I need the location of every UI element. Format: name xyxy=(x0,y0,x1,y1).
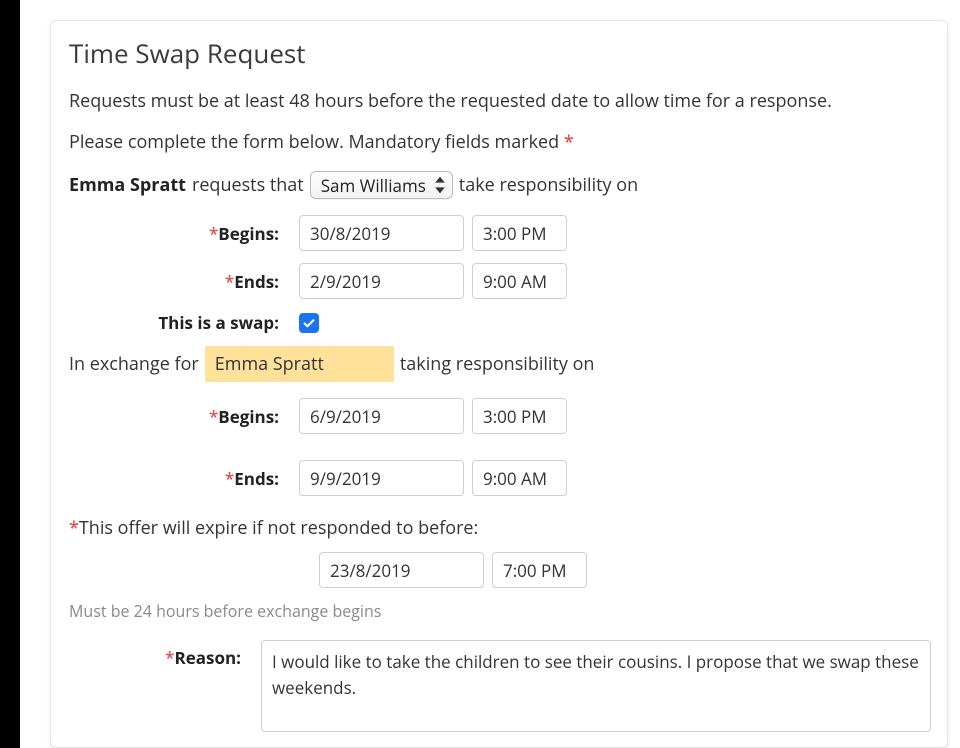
check-icon xyxy=(302,316,316,330)
request-sentence: Emma Spratt requests that Sam Williams t… xyxy=(69,171,931,199)
request-part1: requests that xyxy=(192,173,304,197)
expiry-row: 23/8/2019 7:00 PM xyxy=(69,552,931,588)
first-begins-date-input[interactable]: 30/8/2019 xyxy=(299,215,464,251)
first-ends-row: *Ends: 2/9/2019 9:00 AM xyxy=(69,263,931,299)
helper-48-hours: Requests must be at least 48 hours befor… xyxy=(69,89,931,114)
asterisk-icon: * xyxy=(225,467,234,490)
expiry-label: *This offer will expire if not responded… xyxy=(69,516,931,540)
is-swap-label: This is a swap: xyxy=(69,311,299,334)
exchange-name-highlight: Emma Spratt xyxy=(205,346,394,382)
reason-textarea[interactable]: I would like to take the children to see… xyxy=(261,640,931,732)
asterisk-icon: * xyxy=(209,222,218,245)
begins-label-text-2: Begins: xyxy=(218,405,279,428)
is-swap-checkbox[interactable] xyxy=(299,313,319,333)
responder-select[interactable]: Sam Williams xyxy=(310,171,453,199)
expiry-time-input[interactable]: 7:00 PM xyxy=(492,552,587,588)
left-margin xyxy=(0,0,20,748)
reason-label-text: Reason: xyxy=(174,646,241,669)
reason-label: *Reason: xyxy=(69,640,261,669)
exchange-pre: In exchange for xyxy=(69,352,199,376)
request-part2: take responsibility on xyxy=(459,173,638,197)
first-ends-label: *Ends: xyxy=(69,270,299,293)
asterisk-icon: * xyxy=(564,130,574,154)
expiry-hint: Must be 24 hours before exchange begins xyxy=(69,600,931,622)
exchange-sentence: In exchange for Emma Spratt taking respo… xyxy=(69,346,931,382)
asterisk-icon: * xyxy=(225,270,234,293)
first-ends-time-input[interactable]: 9:00 AM xyxy=(472,263,567,299)
reason-row: *Reason: I would like to take the childr… xyxy=(69,640,931,732)
second-begins-time-input[interactable]: 3:00 PM xyxy=(472,398,567,434)
asterisk-icon: * xyxy=(69,516,79,540)
is-swap-row: This is a swap: xyxy=(69,311,931,334)
second-ends-time-input[interactable]: 9:00 AM xyxy=(472,460,567,496)
page-title: Time Swap Request xyxy=(69,35,931,71)
expiry-date-input[interactable]: 23/8/2019 xyxy=(319,552,484,588)
second-begins-label: *Begins: xyxy=(69,405,299,428)
asterisk-icon: * xyxy=(209,405,218,428)
first-begins-label: *Begins: xyxy=(69,222,299,245)
requester-name: Emma Spratt xyxy=(69,173,186,197)
chevron-updown-icon xyxy=(434,177,446,194)
first-begins-row: *Begins: 30/8/2019 3:00 PM xyxy=(69,215,931,251)
time-swap-card: Time Swap Request Requests must be at le… xyxy=(50,20,948,748)
helper-mandatory: Please complete the form below. Mandator… xyxy=(69,130,931,155)
second-ends-row: *Ends: 9/9/2019 9:00 AM xyxy=(69,460,931,496)
exchange-post: taking responsibility on xyxy=(400,352,595,376)
begins-label-text: Begins: xyxy=(218,222,279,245)
expiry-label-text: This offer will expire if not responded … xyxy=(79,516,478,540)
second-begins-row: *Begins: 6/9/2019 3:00 PM xyxy=(69,398,931,434)
second-begins-date-input[interactable]: 6/9/2019 xyxy=(299,398,464,434)
responder-select-value: Sam Williams xyxy=(321,174,426,197)
ends-label-text-2: Ends: xyxy=(234,467,279,490)
helper-mandatory-text: Please complete the form below. Mandator… xyxy=(69,130,564,154)
first-begins-time-input[interactable]: 3:00 PM xyxy=(472,215,567,251)
second-ends-date-input[interactable]: 9/9/2019 xyxy=(299,460,464,496)
ends-label-text: Ends: xyxy=(234,270,279,293)
first-ends-date-input[interactable]: 2/9/2019 xyxy=(299,263,464,299)
second-ends-label: *Ends: xyxy=(69,467,299,490)
